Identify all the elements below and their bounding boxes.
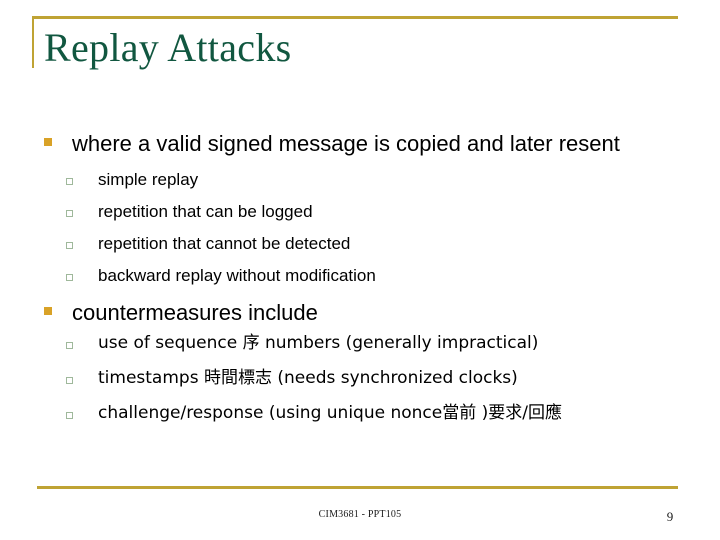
bullet-level2-label: challenge/response (using unique nonce當前… xyxy=(98,403,562,423)
bullet-level1-label: where a valid signed message is copied a… xyxy=(72,131,620,156)
bullet-level2: timestamps 時間標志 (needs synchronized cloc… xyxy=(36,368,692,389)
square-bullet-icon xyxy=(36,297,72,315)
bullet-level2-label: timestamps 時間標志 (needs synchronized cloc… xyxy=(98,368,518,388)
header-rule-left xyxy=(32,16,34,68)
bullet-level2: repetition that cannot be detected xyxy=(36,233,692,254)
bullet-level2-label: simple replay xyxy=(98,170,199,189)
footer-course-code: CIM3681 - PPT105 xyxy=(318,509,402,520)
bullet-level2-label: repetition that can be logged xyxy=(98,202,313,221)
bullet-level2-label: use of sequence 序 numbers (generally imp… xyxy=(98,333,539,353)
bullet-level2: simple replay xyxy=(36,169,692,190)
slide-canvas: { "slide": { "title": "Replay Attacks", … xyxy=(0,0,720,540)
slide-body: where a valid signed message is copied a… xyxy=(36,128,692,438)
bullet-level1: where a valid signed message is copied a… xyxy=(36,128,692,159)
bullet-level2: repetition that can be logged xyxy=(36,201,692,222)
hollow-square-bullet-icon xyxy=(36,403,98,419)
hollow-square-bullet-icon xyxy=(36,333,98,349)
bullet-level2-label: backward replay without modification xyxy=(98,266,376,285)
square-bullet-icon xyxy=(36,128,72,146)
content-block: where a valid signed message is copied a… xyxy=(36,128,692,286)
sub-bullet-group: use of sequence 序 numbers (generally imp… xyxy=(36,333,692,424)
page-title: Replay Attacks xyxy=(44,25,292,70)
content-block: countermeasures include use of sequence … xyxy=(36,297,692,424)
bullet-level2-label: repetition that cannot be detected xyxy=(98,234,351,253)
sub-bullet-group: simple replay repetition that can be log… xyxy=(36,169,692,286)
bullet-level2: use of sequence 序 numbers (generally imp… xyxy=(36,333,692,354)
bullet-level2: challenge/response (using unique nonce當前… xyxy=(36,403,692,424)
hollow-square-bullet-icon xyxy=(36,233,98,249)
footer-page-number: 9 xyxy=(666,509,674,524)
hollow-square-bullet-icon xyxy=(36,265,98,281)
header-rule-top xyxy=(32,16,678,19)
bullet-level2: backward replay without modification xyxy=(36,265,692,286)
bullet-level1: countermeasures include xyxy=(36,297,692,328)
footer-rule xyxy=(37,486,678,489)
hollow-square-bullet-icon xyxy=(36,201,98,217)
bullet-level1-label: countermeasures include xyxy=(72,300,318,325)
hollow-square-bullet-icon xyxy=(36,368,98,384)
hollow-square-bullet-icon xyxy=(36,169,98,185)
